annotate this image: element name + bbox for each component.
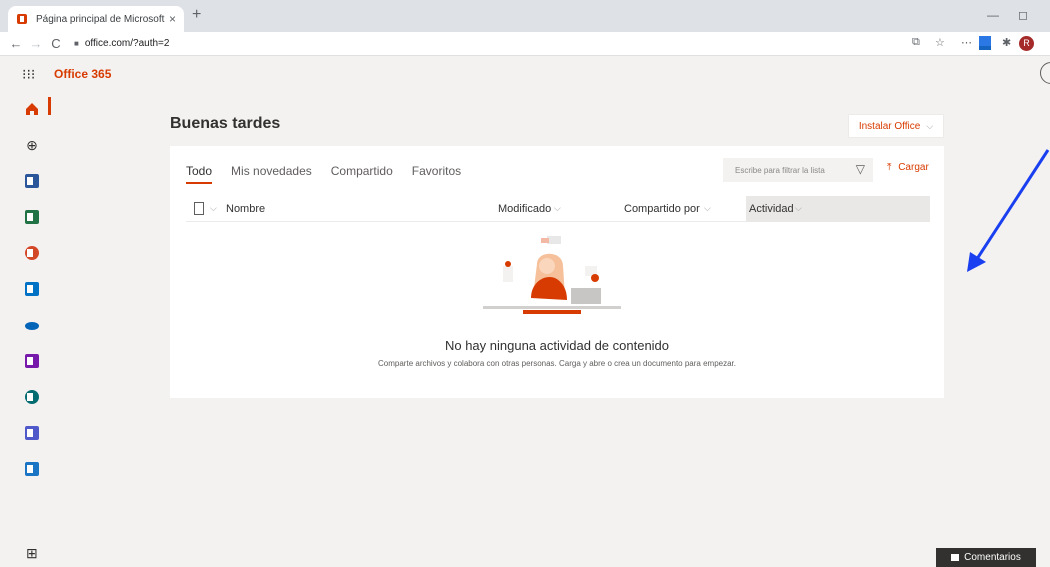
chevron-down-icon: ⌵ (554, 203, 561, 213)
all-apps-icon[interactable]: ⊞ (26, 545, 38, 562)
feedback-button[interactable]: Comentarios (936, 548, 1036, 567)
empty-state-title: No hay ninguna actividad de contenido (444, 338, 670, 353)
sway-icon[interactable] (24, 461, 40, 477)
tab-todo[interactable]: Todo (186, 164, 213, 184)
app-rail: ⊕ (0, 91, 62, 567)
browser-tab-strip: Página principal de Microsoft Office × +… (0, 0, 1050, 32)
filter-placeholder: Escribe para filtrar la lista (735, 165, 825, 175)
restore-button[interactable]: ◻ (1018, 8, 1028, 22)
active-indicator (48, 97, 51, 115)
column-header-row: ⌵ Nombre Modificado ⌵ Compartido por ⌵ A… (186, 196, 930, 222)
brand-title[interactable]: Office 365 (54, 67, 111, 81)
chevron-down-icon: ⌵ (795, 203, 802, 213)
forward-button[interactable]: → (26, 36, 46, 51)
address-bar: ← → C ■ office.com/?auth=2 (0, 32, 1050, 56)
empty-state-illustration (483, 236, 621, 314)
back-button[interactable]: ← (6, 36, 26, 51)
office-favicon-icon (17, 14, 27, 24)
funnel-icon[interactable]: ▽ (856, 162, 865, 176)
office-header: ⁝⁝⁝ Office 365 (0, 57, 1050, 91)
teams-icon[interactable] (24, 425, 40, 441)
column-nombre[interactable]: Nombre (226, 203, 265, 215)
home-icon[interactable] (24, 101, 40, 117)
app-launcher-icon[interactable]: ⁝⁝⁝ (22, 66, 40, 83)
profile-avatar[interactable]: R (1019, 36, 1034, 51)
empty-state-subtitle: Comparte archivos y colabora con otras p… (378, 359, 736, 368)
reload-button[interactable]: C (46, 36, 66, 51)
chevron-down-icon: ⌵ (926, 120, 934, 131)
chevron-down-icon: ⌵ (704, 203, 711, 213)
feedback-label: Comentarios (964, 552, 1021, 563)
file-type-chevron-icon[interactable]: ⌵ (210, 203, 217, 214)
filter-tabs: Todo Mis novedades Compartido Favoritos (186, 164, 461, 184)
outlook-icon[interactable] (24, 281, 40, 297)
tab-close-icon[interactable]: × (169, 12, 176, 26)
sharepoint-icon[interactable] (24, 389, 40, 405)
column-compartido-por[interactable]: Compartido por (624, 203, 700, 215)
tab-favoritos[interactable]: Favoritos (412, 164, 461, 184)
page-title: Buenas tardes (170, 115, 281, 132)
onedrive-icon[interactable] (24, 317, 40, 333)
url-field[interactable]: ■ office.com/?auth=2 (74, 38, 169, 49)
install-office-button[interactable]: Instalar Office ⌵ (848, 114, 944, 138)
bookmark-star-icon[interactable]: ☆ (935, 36, 945, 49)
install-label: Instalar Office (858, 120, 921, 132)
column-actividad[interactable]: Actividad (749, 203, 794, 215)
create-icon[interactable]: ⊕ (24, 137, 40, 153)
upload-button[interactable]: ⤒ Cargar (887, 162, 929, 173)
tab-mis-novedades[interactable]: Mis novedades (231, 164, 312, 184)
minimize-button[interactable]: — (987, 8, 999, 22)
url-text: office.com/?auth=2 (84, 38, 170, 49)
onenote-icon[interactable] (24, 353, 40, 369)
browser-tab[interactable]: Página principal de Microsoft Office × (8, 6, 184, 32)
filter-input[interactable]: Escribe para filtrar la lista ▽ (723, 158, 873, 182)
file-type-icon[interactable] (194, 202, 204, 215)
upload-label: Cargar (898, 162, 929, 173)
comment-icon (951, 554, 960, 561)
new-tab-button[interactable]: + (192, 6, 201, 24)
tab-title: Página principal de Microsoft Office (36, 13, 165, 25)
extension-icon[interactable]: ⋯ (961, 36, 972, 49)
powerpoint-icon[interactable] (24, 245, 40, 261)
lock-icon: ■ (74, 39, 79, 48)
content-card: Todo Mis novedades Compartido Favoritos … (170, 146, 944, 398)
tab-compartido[interactable]: Compartido (331, 164, 393, 184)
column-modificado[interactable]: Modificado (498, 203, 551, 215)
word-icon[interactable] (24, 173, 40, 189)
upload-arrow-icon: ⤒ (887, 162, 892, 173)
translate-icon[interactable]: ⧉ (912, 36, 920, 49)
new-extension-icon[interactable] (978, 35, 992, 51)
puzzle-icon[interactable]: ✱ (1002, 36, 1011, 49)
excel-icon[interactable] (24, 209, 40, 225)
